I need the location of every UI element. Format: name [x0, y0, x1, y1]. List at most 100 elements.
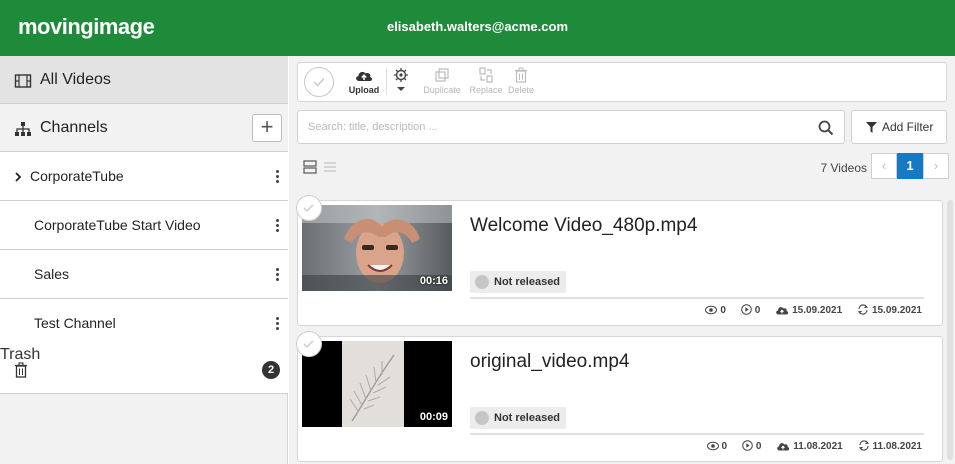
views-stat: 0 [705, 305, 726, 316]
modified-date-value: 15.09.2021 [871, 305, 922, 316]
card-divider [470, 297, 924, 299]
channel-item[interactable]: Test Channel [0, 299, 288, 348]
filter-icon [866, 122, 877, 133]
video-card[interactable]: 00:09 original_video.mp4 Not released 0 … [296, 331, 943, 462]
duplicate-label: Duplicate [423, 85, 461, 95]
kebab-menu-icon[interactable] [276, 170, 280, 184]
modified-date: 15.09.2021 [857, 304, 922, 316]
scrollbar[interactable] [947, 200, 953, 460]
not-released-icon [475, 275, 489, 289]
card-divider [470, 433, 924, 435]
duplicate-button[interactable]: Duplicate [422, 67, 462, 99]
next-page-button[interactable]: › [923, 153, 949, 179]
add-filter-label: Add Filter [882, 120, 934, 134]
sitemap-icon [15, 122, 31, 136]
upload-date: 11.08.2021 [776, 441, 843, 452]
video-card[interactable]: 00:16 Welcome Video_480p.mp4 Not release… [296, 195, 943, 326]
modified-date-value: 11.08.2021 [872, 441, 923, 452]
play-circle-icon [742, 440, 753, 451]
search-icon[interactable] [818, 120, 834, 136]
views-count: 0 [721, 441, 728, 452]
search-input[interactable] [308, 111, 788, 143]
select-all-checkbox[interactable] [304, 67, 334, 97]
main-content: Upload Duplicate Replace Delete Search: … [289, 56, 955, 464]
action-toolbar: Upload Duplicate Replace Delete [297, 62, 947, 102]
eye-icon [706, 441, 719, 451]
plays-stat: 0 [742, 440, 762, 452]
check-icon [303, 204, 314, 213]
cloud-upload-icon [776, 307, 789, 315]
replace-icon [479, 67, 493, 83]
prev-page-button[interactable]: ‹ [871, 153, 897, 179]
add-filter-button[interactable]: Add Filter [851, 110, 947, 144]
views-count: 0 [720, 305, 726, 316]
check-icon [313, 77, 325, 87]
card-view-icon[interactable] [303, 160, 317, 174]
replace-label: Replace [469, 85, 503, 95]
delete-button[interactable]: Delete [506, 67, 536, 99]
cloud-upload-icon [777, 443, 790, 451]
plays-stat: 0 [740, 304, 761, 316]
play-circle-icon [740, 304, 752, 315]
sync-icon [858, 440, 869, 451]
add-channel-button[interactable]: + [252, 114, 282, 142]
chevron-down-icon [397, 87, 405, 91]
kebab-menu-icon[interactable] [276, 219, 280, 233]
upload-button[interactable]: Upload [344, 67, 384, 99]
channel-item[interactable]: CorporateTube Start Video [0, 201, 288, 250]
video-select-checkbox[interactable] [296, 195, 322, 221]
channel-label: Test Channel [34, 315, 116, 331]
toolbar-divider [386, 69, 387, 95]
pagination: ‹ 1 › [871, 153, 949, 179]
delete-label: Delete [507, 85, 534, 95]
sidebar-item-all-videos[interactable]: All Videos [0, 56, 288, 104]
cloud-upload-icon [356, 71, 373, 81]
trash-count-badge: 2 [262, 361, 280, 379]
replace-button[interactable]: Replace [468, 67, 504, 99]
trash-icon [15, 362, 27, 378]
video-thumbnail[interactable]: 00:09 [302, 341, 452, 427]
video-duration: 00:09 [419, 411, 448, 423]
channel-item[interactable]: Sales [0, 250, 288, 299]
check-icon [303, 340, 314, 349]
video-title[interactable]: original_video.mp4 [470, 351, 630, 373]
video-select-checkbox[interactable] [296, 331, 322, 357]
list-view-icon[interactable] [323, 160, 337, 174]
sidebar-channels-header: Channels + [0, 104, 288, 152]
video-count: 7 Videos [820, 161, 867, 175]
plays-count: 0 [755, 441, 762, 452]
channel-item[interactable]: CorporateTube [0, 152, 288, 201]
upload-date-value: 15.09.2021 [792, 305, 843, 316]
settings-dropdown-button[interactable] [390, 67, 412, 99]
eye-icon [705, 305, 718, 315]
channels-label: Channels [40, 119, 108, 136]
all-videos-label: All Videos [40, 71, 111, 88]
kebab-menu-icon[interactable] [276, 268, 280, 282]
channel-label: CorporateTube [30, 168, 124, 184]
status-badge: Not released [470, 271, 567, 293]
not-released-icon [475, 411, 489, 425]
user-email[interactable]: elisabeth.walters@acme.com [0, 19, 955, 34]
kebab-menu-icon[interactable] [276, 317, 280, 331]
status-badge: Not released [470, 407, 567, 429]
trash-label: Trash [0, 346, 41, 363]
top-bar: movingimage elisabeth.walters@acme.com [0, 0, 955, 56]
upload-date-value: 11.08.2021 [793, 441, 843, 452]
channel-label: Sales [34, 266, 70, 282]
video-thumbnail[interactable]: 00:16 [302, 205, 452, 291]
search-box [297, 110, 845, 144]
plays-count: 0 [754, 305, 761, 316]
modified-date: 11.08.2021 [858, 440, 923, 452]
trash-icon [515, 67, 527, 83]
video-stats: 0 0 11.08.2021 11.08.2021 [695, 440, 922, 452]
upload-label: Upload [348, 85, 380, 95]
video-title[interactable]: Welcome Video_480p.mp4 [470, 215, 697, 237]
chevron-right-icon[interactable] [14, 172, 22, 182]
page-1-button[interactable]: 1 [897, 153, 923, 179]
sidebar-item-trash[interactable]: Trash 2 [0, 346, 288, 394]
gear-icon [394, 68, 408, 82]
status-label: Not released [494, 412, 561, 424]
channel-label: CorporateTube Start Video [34, 217, 201, 233]
video-stats: 0 0 15.09.2021 15.09.2021 [693, 304, 922, 316]
sidebar: All Videos Channels + CorporateTube Corp… [0, 56, 288, 464]
